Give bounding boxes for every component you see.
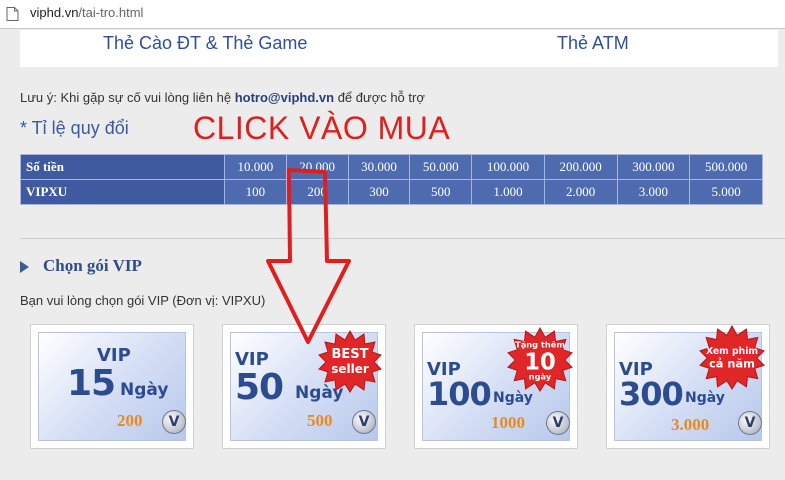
rate-title: * Tỉ lệ quy đổi: [20, 118, 129, 138]
triangle-right-icon: [20, 261, 29, 274]
table-cell: 30.000: [347, 154, 411, 180]
vip-card-image: VIP 300 Ngày 3.000 V Xem phim cả năm: [614, 325, 765, 441]
vipxu-coin-icon: V: [738, 411, 762, 435]
table-cell: 300: [347, 179, 411, 205]
table-cell: 1.000: [471, 179, 545, 205]
vip-card-image: VIP 50 Ngày 500 V BEST seller: [230, 329, 382, 441]
table-cell: 50.000: [409, 154, 473, 180]
table-cell: 500: [409, 179, 473, 205]
row-label-vipxu: VIPXU: [20, 179, 225, 205]
table-cell: 200.000: [543, 154, 618, 180]
table-row: VIPXU 100 200 300 500 1.000 2.000 3.000 …: [20, 179, 763, 205]
support-email[interactable]: hotro@viphd.vn: [235, 90, 334, 105]
notice-suffix: để được hỗ trợ: [337, 90, 425, 105]
vip-package-100[interactable]: VIP 100 Ngày 1000 V Tặng thêm 10 ngày: [414, 324, 578, 449]
vip-price: 3.000: [671, 415, 710, 434]
vipxu-coin-icon: V: [352, 410, 376, 434]
vip-subtitle: Bạn vui lòng chọn gói VIP (Đơn vị: VIPXU…: [20, 293, 266, 308]
table-cell: 2.000: [543, 179, 618, 205]
section-divider: [20, 238, 785, 239]
badge-text: ngày: [529, 372, 552, 382]
vip-price: 500: [307, 411, 333, 430]
vip-days-unit: Ngày: [120, 380, 169, 400]
vip-days: 50: [235, 367, 284, 408]
vip-card-image: VIP 15 Ngày 200 V: [38, 332, 186, 441]
address-bar[interactable]: viphd.vn/tai-tro.html: [0, 0, 785, 29]
vip-heading-label: Chọn gói VIP: [43, 256, 142, 275]
vip-days-unit: Ngày: [685, 390, 725, 406]
exchange-rate-table: Số tiền 10.000 20.000 30.000 50.000 100.…: [20, 154, 763, 205]
vip-days: 15: [67, 363, 116, 404]
page-icon: [6, 7, 19, 21]
vip-card-image: VIP 100 Ngày 1000 V Tặng thêm 10 ngày: [422, 327, 573, 441]
click-to-buy-annotation: CLICK VÀO MUA: [193, 110, 451, 146]
vip-price: 1000: [491, 413, 525, 432]
table-row: Số tiền 10.000 20.000 30.000 50.000 100.…: [20, 154, 763, 180]
badge-text: Xem phim: [706, 346, 758, 357]
red-arrow-icon: [266, 168, 351, 344]
vipxu-coin-icon: V: [546, 411, 570, 435]
row-label-amount: Số tiền: [20, 154, 225, 180]
address-url[interactable]: viphd.vn/tai-tro.html: [30, 5, 143, 20]
vip-days-unit: Ngày: [493, 390, 533, 406]
vip-days: 100: [427, 375, 492, 413]
tab-atm[interactable]: Thẻ ATM: [557, 33, 629, 54]
notice-prefix: Lưu ý: Khi gặp sự cố vui lòng liên hệ: [20, 90, 232, 105]
vip-price: 200: [117, 411, 143, 430]
badge-text: BEST: [331, 347, 368, 362]
vip-days: 300: [619, 375, 684, 413]
vip-package-15[interactable]: VIP 15 Ngày 200 V: [30, 324, 194, 449]
bonus-days-badge-icon: Tặng thêm 10 ngày: [507, 327, 573, 392]
tab-card-game[interactable]: Thẻ Cào ĐT & Thẻ Game: [103, 33, 307, 54]
table-cell: 300.000: [616, 154, 691, 180]
vipxu-coin-icon: V: [162, 410, 186, 434]
support-notice: Lưu ý: Khi gặp sự cố vui lòng liên hệ ho…: [20, 90, 425, 105]
payment-tabs: Thẻ Cào ĐT & Thẻ Game Thẻ ATM: [20, 30, 778, 67]
badge-text: Tặng thêm: [515, 340, 565, 350]
table-cell: 3.000: [616, 179, 691, 205]
badge-text: seller: [331, 362, 369, 376]
badge-text: cả năm: [709, 356, 755, 370]
table-cell: 500.000: [689, 154, 763, 180]
watch-year-badge-icon: Xem phim cả năm: [699, 325, 765, 390]
vip-package-300[interactable]: VIP 300 Ngày 3.000 V Xem phim cả năm: [606, 324, 770, 449]
table-cell: 100.000: [471, 154, 545, 180]
table-cell: 5.000: [689, 179, 763, 205]
vip-heading: Chọn gói VIP: [20, 256, 142, 276]
